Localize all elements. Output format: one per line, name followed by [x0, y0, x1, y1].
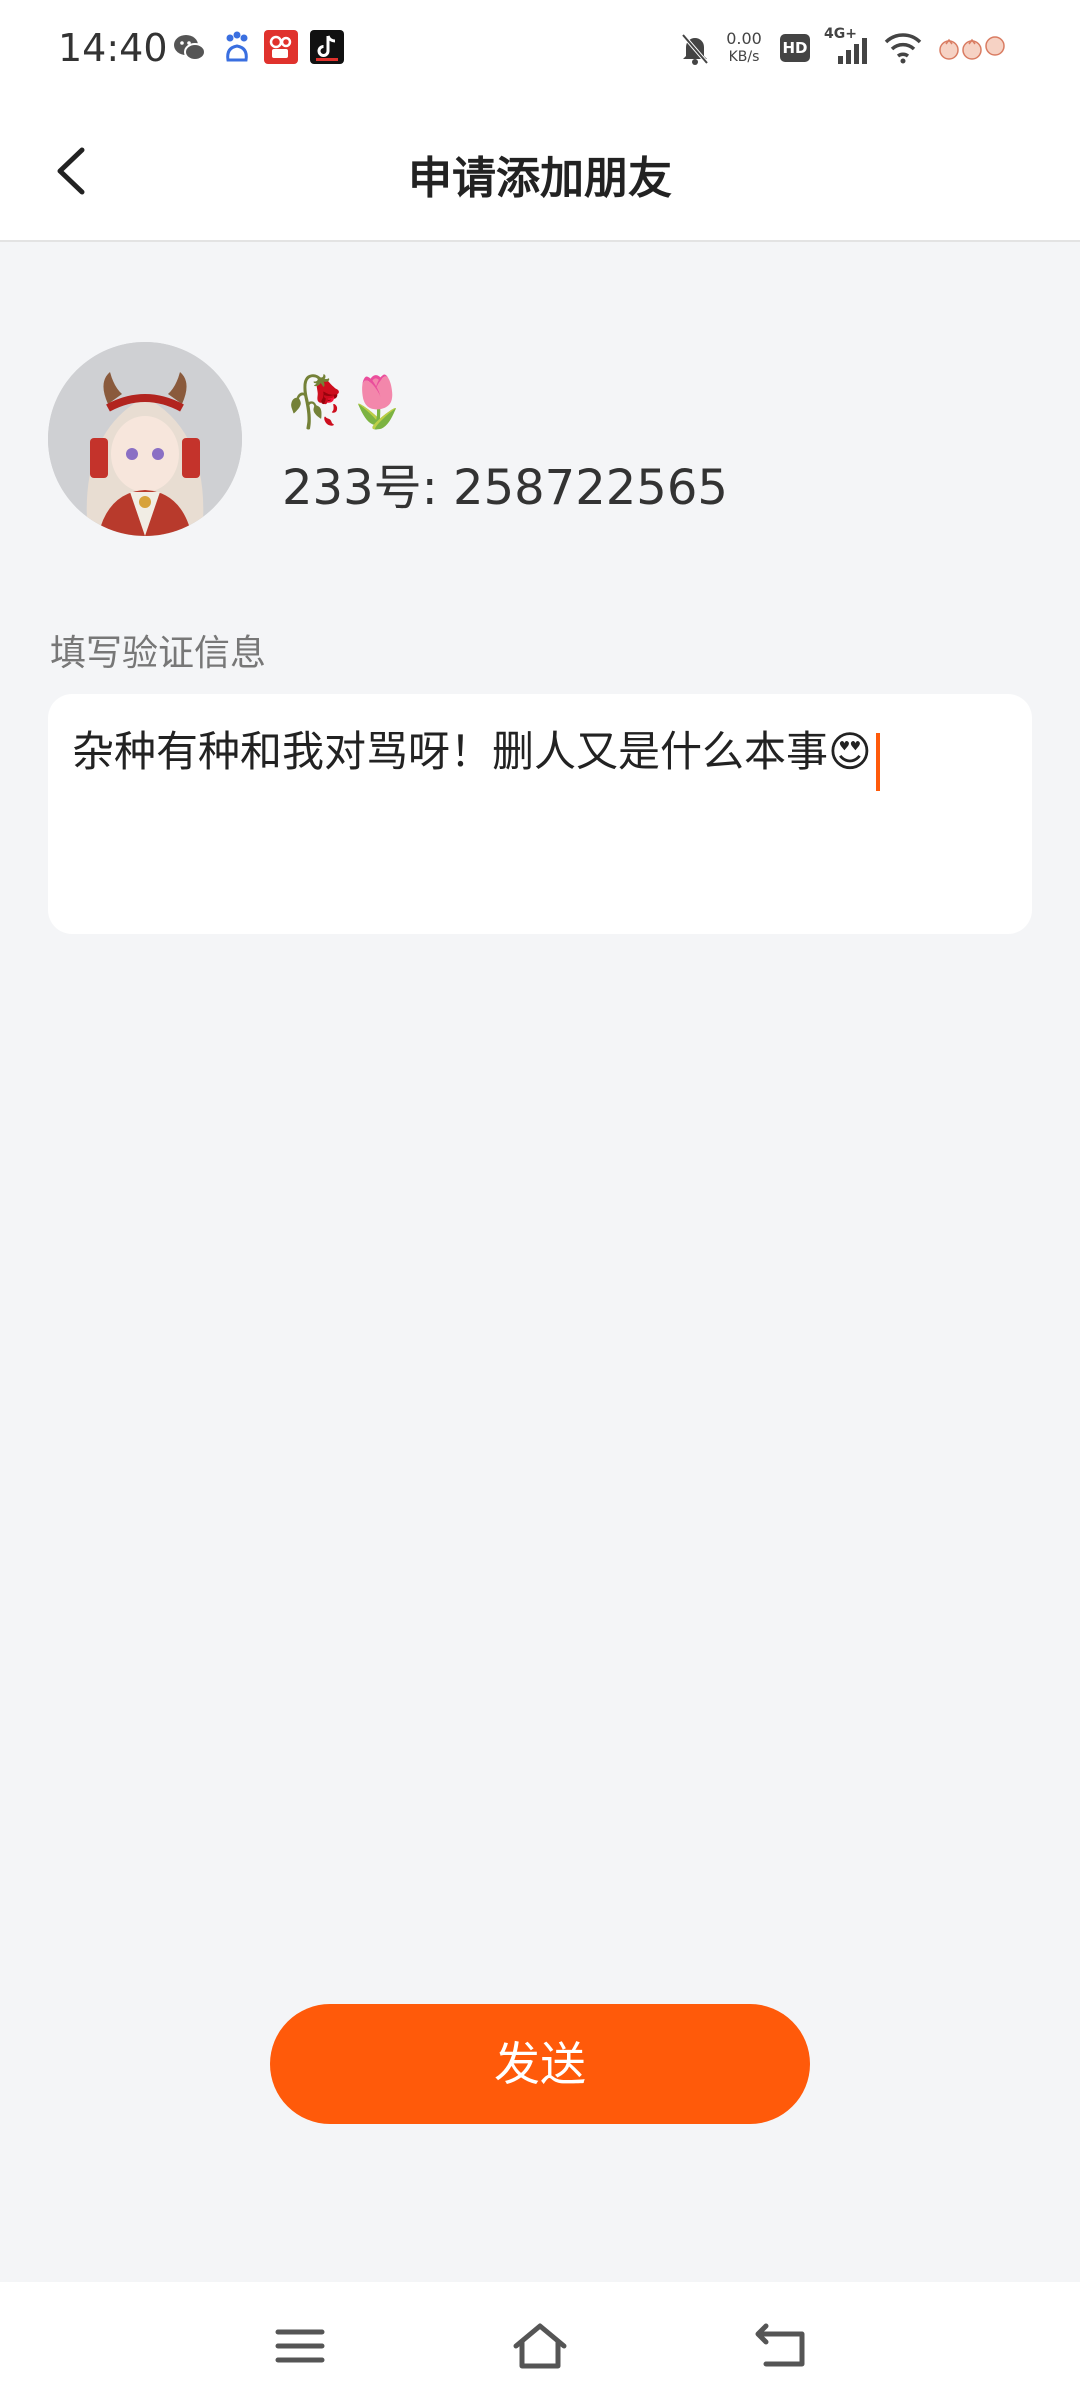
- back-nav-button[interactable]: [752, 2316, 812, 2376]
- home-button[interactable]: [510, 2316, 570, 2376]
- status-right: 0.00 KB/s HD 4G+: [680, 26, 1010, 72]
- avatar[interactable]: [48, 342, 242, 536]
- menu-icon: [275, 2329, 325, 2363]
- verify-label: 填写验证信息: [50, 633, 267, 674]
- status-bar: 14:40 0.00 KB/s HD 4G+: [0, 0, 1080, 100]
- verification-message-text: 杂种有种和我对骂呀！删人又是什么本事😍: [72, 727, 872, 776]
- avatar-image: [48, 342, 242, 536]
- menu-button[interactable]: [270, 2316, 330, 2376]
- page-title: 申请添加朋友: [408, 153, 672, 204]
- wifi-icon: [884, 32, 922, 68]
- battery-icon: [936, 32, 1010, 68]
- verification-message-input[interactable]: 杂种有种和我对骂呀！删人又是什么本事😍: [48, 694, 1032, 934]
- kuaishou-icon: [264, 30, 298, 68]
- douyin-icon: [310, 30, 344, 68]
- back-icon: [755, 2323, 805, 2367]
- status-time: 14:40: [58, 26, 168, 70]
- hd-label: HD: [782, 39, 808, 57]
- baidu-icon: [222, 30, 252, 70]
- user-id: 233号: 258722565: [282, 460, 728, 516]
- mute-icon: [680, 32, 710, 70]
- nickname: 🥀🌷: [284, 373, 409, 431]
- net-speed: 0.00 KB/s: [720, 30, 768, 66]
- header: 申请添加朋友: [0, 100, 1080, 242]
- net-speed-value: 0.00: [726, 29, 762, 48]
- hd-icon: HD: [780, 34, 810, 62]
- wechat-icon: [172, 30, 208, 70]
- text-caret: [875, 732, 880, 791]
- send-button[interactable]: 发送: [270, 2004, 810, 2124]
- home-icon: [513, 2323, 567, 2369]
- nav-bar: [0, 2282, 1080, 2408]
- net-speed-unit: KB/s: [728, 49, 760, 65]
